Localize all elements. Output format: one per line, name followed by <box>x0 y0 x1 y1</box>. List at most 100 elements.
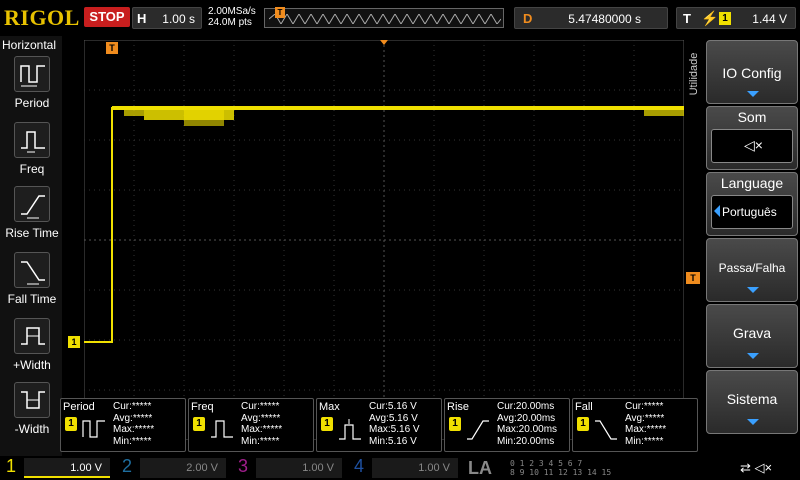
measure-freq-button[interactable]: Freq <box>4 122 60 186</box>
measurement-channel: 1 <box>321 417 333 431</box>
measure-pos-width-button[interactable]: +Width <box>4 318 60 382</box>
brand-logo: RIGOL <box>4 5 80 30</box>
sound-label: Som <box>737 109 767 125</box>
neg-width-label: -Width <box>14 422 50 436</box>
status-icons: ⇄ ◁× <box>740 460 772 476</box>
chevron-down-icon <box>747 419 759 425</box>
measurement-period[interactable]: Period 1 Cur:***** Avg:***** Max:***** M… <box>60 398 186 452</box>
measurement-freq[interactable]: Freq 1 Cur:***** Avg:***** Max:***** Min… <box>188 398 314 452</box>
la-channels-low: 0 1 2 3 4 5 6 7 <box>510 459 583 468</box>
measurement-values: Cur:***** Avg:***** Max:***** Min:***** <box>241 401 283 447</box>
trigger-display[interactable]: T ⚡ 1 1.44 V <box>676 7 796 29</box>
language-button[interactable]: Language Português <box>706 172 798 236</box>
sound-button[interactable]: Som ◁× <box>706 106 798 170</box>
channel-3-status[interactable]: 3 1.00 V <box>232 456 346 478</box>
record-label: Grava <box>732 325 772 341</box>
period-icon <box>82 420 105 438</box>
measurement-name: Max <box>319 401 340 413</box>
channel-4-scale: 1.00 V <box>372 458 458 478</box>
measurement-values: Cur:***** Avg:***** Max:***** Min:***** <box>113 401 155 447</box>
pos-width-icon <box>14 318 50 354</box>
chevron-left-icon <box>714 205 720 217</box>
pass-fail-button[interactable]: Passa/Falha <box>706 238 798 302</box>
measurement-bar: Period 1 Cur:***** Avg:***** Max:***** M… <box>60 398 700 452</box>
timebase-display[interactable]: H 1.00 s <box>132 7 202 29</box>
chevron-down-icon <box>747 353 759 359</box>
channel-3-scale: 1.00 V <box>256 458 342 478</box>
channel-4-number: 4 <box>354 456 365 476</box>
utility-tab-label: Utilidade <box>688 52 700 96</box>
rise-time-icon <box>467 420 489 440</box>
channel-1-status[interactable]: 1 1.00 V <box>0 456 114 478</box>
chevron-down-icon <box>747 287 759 293</box>
system-label: Sistema <box>726 391 778 407</box>
language-label: Language <box>720 175 784 191</box>
period-icon <box>14 56 50 92</box>
language-value: Português <box>722 205 777 219</box>
channel-1-number: 1 <box>6 456 17 476</box>
utility-tab: Utilidade <box>686 44 702 104</box>
la-channels-high: 8 9 10 11 12 13 14 15 <box>510 468 612 477</box>
trigger-level: 1.44 V <box>752 12 787 26</box>
measurement-channel: 1 <box>193 417 205 431</box>
chevron-down-icon <box>747 91 759 97</box>
measurement-values: Cur:20.00ms Avg:20.00ms Max:20.00ms Min:… <box>497 401 558 447</box>
channel-1-scale: 1.00 V <box>24 458 110 478</box>
measure-fall-time-button[interactable]: Fall Time <box>4 252 60 316</box>
measurement-rise[interactable]: Rise 1 Cur:20.00ms Avg:20.00ms Max:20.00… <box>444 398 570 452</box>
channel-2-number: 2 <box>122 456 133 476</box>
trigger-source: 1 <box>719 12 731 25</box>
trigger-label: T <box>683 11 691 26</box>
waveform-display[interactable] <box>84 40 684 440</box>
record-button[interactable]: Grava <box>706 304 798 368</box>
period-label: Period <box>14 96 50 110</box>
measure-period-button[interactable]: Period <box>4 56 60 120</box>
max-icon <box>339 419 361 440</box>
measure-neg-width-button[interactable]: -Width <box>4 382 60 446</box>
pos-width-label: +Width <box>13 358 51 372</box>
delay-display[interactable]: D 5.47480000 s <box>514 7 668 29</box>
sample-rate: 2.00MSa/s <box>208 6 256 17</box>
freq-label: Freq <box>19 162 45 176</box>
delay-value: 5.47480000 s <box>568 12 641 26</box>
channel-status-bar: 1 1.00 V 2 2.00 V 3 1.00 V 4 1.00 V LA 0… <box>0 456 800 480</box>
system-button[interactable]: Sistema <box>706 370 798 434</box>
channel-2-status[interactable]: 2 2.00 V <box>116 456 230 478</box>
neg-width-icon <box>14 382 50 418</box>
speaker-muted-icon: ◁× <box>754 460 773 475</box>
memory-trigger-marker: T <box>275 7 285 18</box>
channel-3-number: 3 <box>238 456 249 476</box>
utility-menu: IO Config Som ◁× Language Português Pass… <box>704 36 800 456</box>
measure-rise-time-button[interactable]: Rise Time <box>4 186 60 250</box>
speaker-muted-icon: ◁× <box>744 137 763 153</box>
measurement-channel: 1 <box>577 417 589 431</box>
measurement-name: Freq <box>191 401 214 413</box>
channel-2-scale: 2.00 V <box>140 458 226 478</box>
run-stop-status[interactable]: STOP <box>84 7 130 27</box>
freq-icon <box>14 122 50 158</box>
io-config-label: IO Config <box>722 65 782 81</box>
measurement-fall[interactable]: Fall 1 Cur:***** Avg:***** Max:***** Min… <box>572 398 698 452</box>
timebase-value: 1.00 s <box>162 12 195 26</box>
measurement-channel: 1 <box>449 417 461 431</box>
measurement-max[interactable]: Max 1 Cur:5.16 V Avg:5.16 V Max:5.16 V M… <box>316 398 442 452</box>
trigger-position-marker: T <box>106 42 118 54</box>
top-status-bar: RIGOL STOP H 1.00 s 2.00MSa/s 24.0M pts … <box>0 0 800 36</box>
memory-depth: 24.0M pts <box>208 17 252 28</box>
sound-value: ◁× <box>711 129 793 163</box>
measurement-name: Period <box>63 401 95 413</box>
logic-analyzer-button[interactable]: LA <box>468 458 508 478</box>
timebase-label: H <box>137 11 147 26</box>
channel1-offset-marker[interactable]: 1 <box>68 336 80 348</box>
fall-time-label: Fall Time <box>7 292 57 306</box>
channel-4-status[interactable]: 4 1.00 V <box>348 456 462 478</box>
memory-overview: T <box>264 7 504 28</box>
menu-title: Horizontal <box>2 38 57 52</box>
rise-time-icon <box>14 186 50 222</box>
io-config-button[interactable]: IO Config <box>706 40 798 104</box>
logic-analyzer-channels: 0 1 2 3 4 5 6 7 8 9 10 11 12 13 14 15 <box>510 459 611 477</box>
trigger-level-marker[interactable]: T <box>686 272 700 284</box>
fall-time-icon <box>14 252 50 288</box>
freq-icon <box>211 420 233 438</box>
rising-edge-icon: ⚡ <box>701 10 719 26</box>
